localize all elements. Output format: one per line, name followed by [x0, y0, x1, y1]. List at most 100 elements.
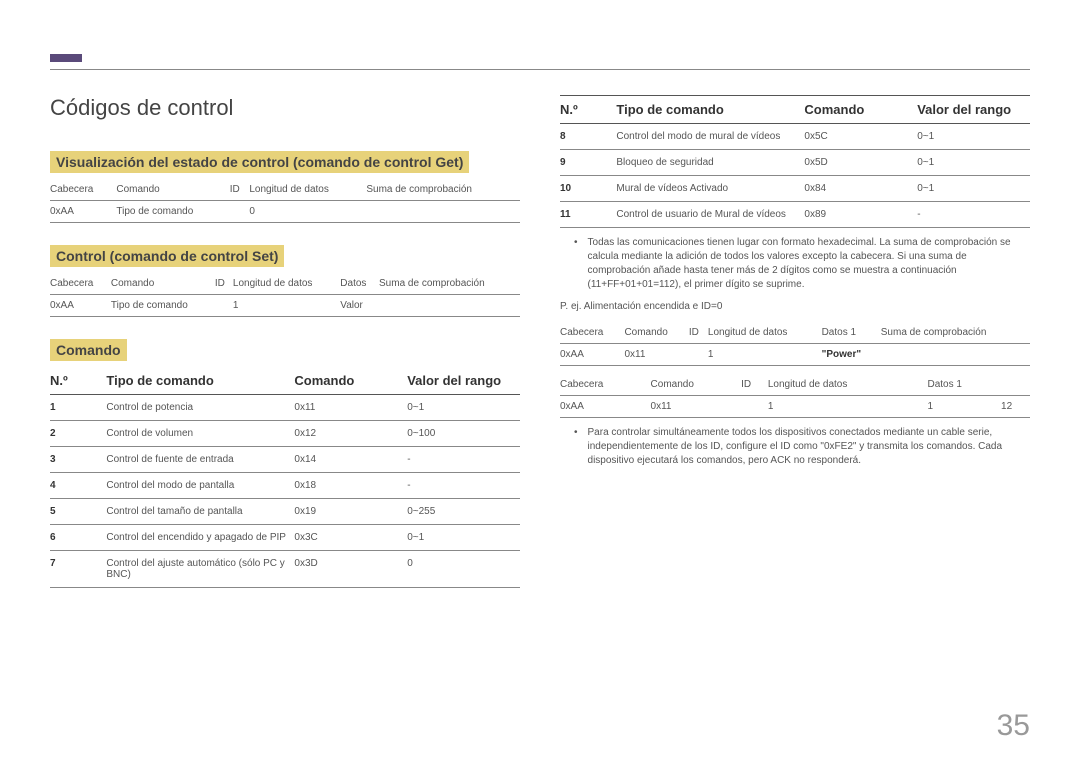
cmd-row: 7Control del ajuste automático (sólo PC …	[50, 551, 520, 588]
th: Longitud de datos	[249, 179, 366, 201]
th: ID	[215, 273, 233, 295]
td	[881, 344, 1030, 366]
section-set-title: Control (comando de control Set)	[50, 245, 284, 267]
th-cmd: Comando	[294, 373, 407, 388]
td	[366, 201, 520, 223]
th: Cabecera	[50, 179, 116, 201]
td: 1	[708, 344, 822, 366]
example-table-2: Cabecera Comando ID Longitud de datos Da…	[560, 374, 1030, 418]
cell-tipo: Control de usuario de Mural de vídeos	[616, 209, 804, 220]
th: Comando	[116, 179, 229, 201]
td	[230, 201, 250, 223]
cmd-row: 3Control de fuente de entrada0x14-	[50, 447, 520, 473]
cell-rango: -	[917, 209, 1030, 220]
cell-tipo: Control de volumen	[106, 428, 294, 439]
cell-rango: 0~255	[407, 506, 520, 517]
cell-rango: 0~100	[407, 428, 520, 439]
th: Suma de comprobación	[881, 322, 1030, 344]
td: 0	[249, 201, 366, 223]
example-table-1: Cabecera Comando ID Longitud de datos Da…	[560, 322, 1030, 366]
cmd-row: 11Control de usuario de Mural de vídeos0…	[560, 202, 1030, 228]
cell-no: 1	[50, 402, 106, 413]
th-rango: Valor del rango	[917, 102, 1030, 117]
cell-tipo: Bloqueo de seguridad	[616, 157, 804, 168]
cell-tipo: Control del modo de pantalla	[106, 480, 294, 491]
td: 0xAA	[50, 201, 116, 223]
th: ID	[230, 179, 250, 201]
td: Valor	[340, 295, 379, 317]
th-rango: Valor del rango	[407, 373, 520, 388]
content-columns: Códigos de control Visualización del est…	[50, 95, 1030, 588]
cmd-table-header-right: N.º Tipo de comando Comando Valor del ra…	[560, 95, 1030, 124]
cmd-table-header: N.º Tipo de comando Comando Valor del ra…	[50, 367, 520, 395]
cmd-row: 2Control de volumen0x120~100	[50, 421, 520, 447]
th: ID	[741, 374, 768, 396]
cmd-row: 8Control del modo de mural de vídeos0x5C…	[560, 124, 1030, 150]
cell-rango: 0~1	[407, 532, 520, 543]
th: Comando	[651, 374, 742, 396]
th-no: N.º	[50, 373, 106, 388]
cell-no: 2	[50, 428, 106, 439]
cell-cmd: 0x19	[294, 506, 407, 517]
td	[379, 295, 520, 317]
cell-cmd: 0x89	[804, 209, 917, 220]
td: Tipo de comando	[116, 201, 229, 223]
cell-rango: 0	[407, 558, 520, 580]
cmd-row: 5Control del tamaño de pantalla0x190~255	[50, 499, 520, 525]
th: Longitud de datos	[233, 273, 340, 295]
th: Datos 1	[928, 374, 1002, 396]
right-column: N.º Tipo de comando Comando Valor del ra…	[560, 95, 1030, 588]
td: 1	[768, 396, 928, 418]
cmd-row: 9Bloqueo de seguridad0x5D0~1	[560, 150, 1030, 176]
cell-cmd: 0x3D	[294, 558, 407, 580]
section-get-title: Visualización del estado de control (com…	[50, 151, 469, 173]
th: Datos	[340, 273, 379, 295]
th: Cabecera	[560, 322, 624, 344]
accent-bar	[50, 54, 82, 62]
th: Cabecera	[50, 273, 111, 295]
cell-tipo: Mural de vídeos Activado	[616, 183, 804, 194]
cell-tipo: Control del ajuste automático (sólo PC y…	[106, 558, 294, 580]
cell-rango: 0~1	[917, 157, 1030, 168]
cell-tipo: Control de fuente de entrada	[106, 454, 294, 465]
set-table: Cabecera Comando ID Longitud de datos Da…	[50, 273, 520, 317]
td	[689, 344, 708, 366]
th: Longitud de datos	[708, 322, 822, 344]
section-comando-title: Comando	[50, 339, 127, 361]
cell-tipo: Control del encendido y apagado de PIP	[106, 532, 294, 543]
cell-cmd: 0x14	[294, 454, 407, 465]
cmd-row: 1Control de potencia0x110~1	[50, 395, 520, 421]
cmd-row: 10Mural de vídeos Activado0x840~1	[560, 176, 1030, 202]
th: Cabecera	[560, 374, 651, 396]
td: 12	[1001, 396, 1030, 418]
cell-rango: -	[407, 480, 520, 491]
get-table: Cabecera Comando ID Longitud de datos Su…	[50, 179, 520, 223]
th-tipo: Tipo de comando	[616, 102, 804, 117]
cell-tipo: Control de potencia	[106, 402, 294, 413]
td: Tipo de comando	[111, 295, 215, 317]
page-title: Códigos de control	[50, 95, 520, 121]
td	[215, 295, 233, 317]
cmd-row: 6Control del encendido y apagado de PIP0…	[50, 525, 520, 551]
th: Longitud de datos	[768, 374, 928, 396]
td: 0xAA	[50, 295, 111, 317]
th-no: N.º	[560, 102, 616, 117]
td: 0x11	[624, 344, 688, 366]
td: 0xAA	[560, 396, 651, 418]
top-rule	[50, 69, 1030, 70]
cell-cmd: 0x3C	[294, 532, 407, 543]
cmd-rows-left: 1Control de potencia0x110~1 2Control de v…	[50, 395, 520, 588]
th: Comando	[624, 322, 688, 344]
th: ID	[689, 322, 708, 344]
th	[1001, 374, 1030, 396]
cmd-row: 4Control del modo de pantalla0x18-	[50, 473, 520, 499]
cmd-rows-right: 8Control del modo de mural de vídeos0x5C…	[560, 124, 1030, 228]
cell-no: 11	[560, 209, 616, 220]
th-tipo: Tipo de comando	[106, 373, 294, 388]
cell-cmd: 0x5D	[804, 157, 917, 168]
cell-no: 4	[50, 480, 106, 491]
th: Comando	[111, 273, 215, 295]
cell-cmd: 0x5C	[804, 131, 917, 142]
th: Datos 1	[822, 322, 881, 344]
cell-tipo: Control del tamaño de pantalla	[106, 506, 294, 517]
